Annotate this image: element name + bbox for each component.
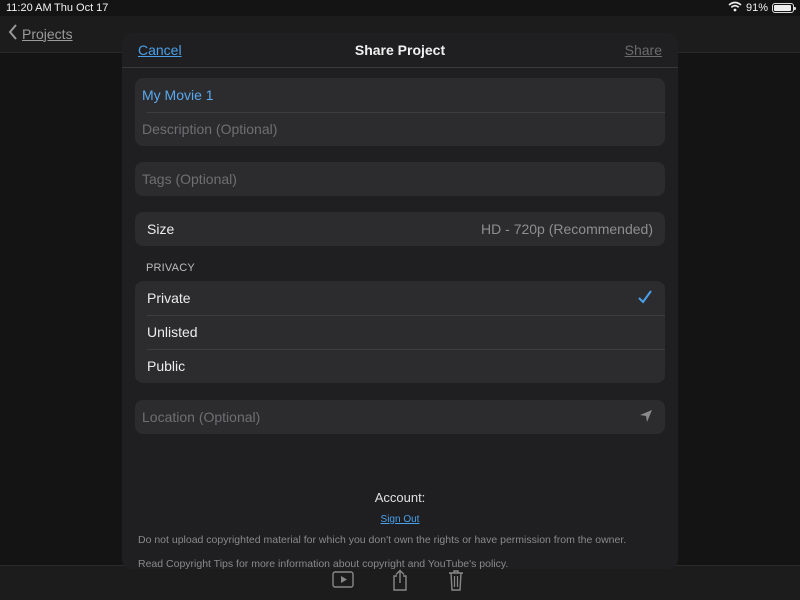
size-row[interactable]: Size HD - 720p (Recommended) — [135, 212, 665, 246]
account-label: Account: — [374, 490, 426, 505]
privacy-option-label: Unlisted — [147, 324, 198, 340]
privacy-option-public[interactable]: Public — [135, 349, 665, 383]
privacy-header: PRIVACY — [146, 262, 195, 274]
location-arrow-icon[interactable] — [639, 409, 653, 426]
copyright-tips: Read Copyright Tips for more information… — [138, 558, 509, 569]
battery-percent: 91% — [745, 2, 768, 14]
privacy-option-label: Private — [147, 290, 191, 306]
size-label: Size — [147, 221, 175, 237]
battery-icon — [772, 3, 796, 13]
privacy-option-unlisted[interactable]: Unlisted — [135, 315, 665, 349]
tags-input[interactable]: Tags (Optional) — [135, 162, 665, 196]
description-input[interactable]: Description (Optional) — [135, 112, 665, 146]
checkmark-icon — [637, 289, 653, 308]
share-icon[interactable] — [392, 569, 408, 596]
title-input[interactable]: My Movie 1 — [135, 78, 665, 112]
sign-out-label[interactable]: Sign Out — [381, 514, 420, 525]
privacy-option-label: Public — [147, 358, 186, 374]
status-date: Thu Oct 17 — [54, 2, 109, 14]
privacy-option-private[interactable]: Private — [135, 281, 665, 315]
tags-group: Tags (Optional) — [135, 162, 665, 196]
sheet-title: Share Project — [354, 42, 446, 58]
chevron-left-icon — [8, 24, 18, 43]
privacy-group: Private Unlisted Public — [135, 281, 665, 383]
sign-out-link[interactable]: Sign Out — [122, 514, 678, 525]
share-project-sheet: Cancel Share Project Share My Movie 1 De… — [122, 33, 678, 569]
size-group: Size HD - 720p (Recommended) — [135, 212, 665, 246]
title-description-group: My Movie 1 Description (Optional) — [135, 78, 665, 146]
back-button[interactable]: Projects — [8, 24, 73, 43]
trash-icon[interactable] — [448, 569, 464, 596]
play-icon[interactable] — [332, 571, 354, 594]
background-toolbar — [0, 565, 800, 600]
status-bar: 11:20 AM Thu Oct 17 91% — [0, 0, 800, 16]
location-input[interactable]: Location (Optional) — [135, 400, 665, 434]
location-placeholder: Location (Optional) — [142, 409, 261, 425]
status-right: 91% — [728, 1, 796, 15]
location-group: Location (Optional) — [135, 400, 665, 434]
size-value: HD - 720p (Recommended) — [481, 221, 653, 237]
share-button[interactable]: Share — [625, 42, 662, 58]
back-label: Projects — [22, 25, 73, 42]
sheet-header: Cancel Share Project Share — [122, 33, 678, 68]
wifi-icon — [728, 1, 742, 15]
status-time: 11:20 AM — [6, 2, 52, 14]
copyright-notice: Do not upload copyrighted material for w… — [138, 534, 627, 546]
